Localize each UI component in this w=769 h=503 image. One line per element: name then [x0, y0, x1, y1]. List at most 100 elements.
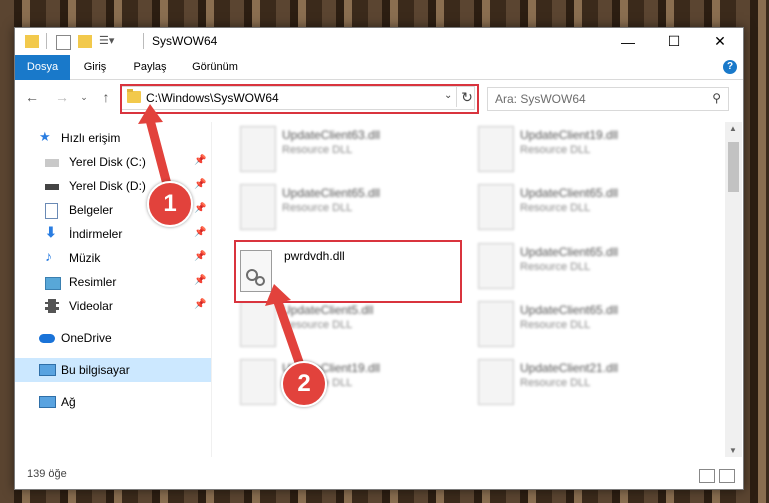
up-arrow-icon[interactable]: ↑ — [97, 88, 115, 106]
sidebar-item-onedrive[interactable]: OneDrive — [15, 326, 211, 350]
sidebar-item-label: Ağ — [61, 395, 76, 409]
navigation-bar: ← → ⌄ ↑ C:\Windows\SysWOW64 ⌄ ↻ Ara: Sys… — [15, 80, 743, 115]
customize-quick-access-icon[interactable]: ☰▾ — [99, 34, 123, 50]
sidebar-item-local-disk-c[interactable]: Yerel Disk (C:) 📌 — [15, 150, 211, 174]
tab-view[interactable]: Görünüm — [183, 55, 247, 79]
navigation-pane: ★ Hızlı erişim Yerel Disk (C:) 📌 Yerel D… — [15, 122, 211, 457]
sidebar-item-label: Videolar — [69, 299, 113, 313]
file-type: Resource DLL — [520, 261, 591, 273]
new-folder-icon[interactable] — [78, 35, 92, 48]
file-type: Resource DLL — [520, 144, 591, 156]
properties-icon[interactable] — [56, 35, 71, 50]
list-item[interactable]: UpdateClient19.dll Resource DLL — [232, 355, 462, 407]
music-icon: ♪ — [45, 248, 52, 264]
highlighted-file-item[interactable]: pwrdvdh.dll — [234, 240, 462, 303]
pin-icon[interactable]: 📌 — [194, 179, 206, 190]
pin-icon[interactable]: 📌 — [194, 299, 206, 310]
pin-icon[interactable]: 📌 — [194, 155, 206, 166]
dll-file-icon — [240, 184, 276, 230]
dll-file-icon — [478, 126, 514, 172]
help-icon[interactable]: ? — [723, 60, 737, 74]
pin-icon[interactable]: 📌 — [194, 251, 206, 262]
dll-file-icon — [240, 126, 276, 172]
minimize-button[interactable]: — — [605, 28, 651, 55]
list-item[interactable]: UpdateClient65.dll Resource DLL — [232, 180, 462, 232]
pin-icon[interactable]: 📌 — [194, 227, 206, 238]
search-icon: ⚲ — [712, 91, 721, 105]
list-item[interactable]: UpdateClient65.dll Resource DLL — [470, 239, 700, 291]
forward-arrow-icon[interactable]: → — [53, 88, 71, 106]
file-name: UpdateClient65.dll — [520, 303, 619, 317]
sidebar-item-quick-access[interactable]: ★ Hızlı erişim — [15, 126, 211, 150]
network-icon — [39, 396, 56, 408]
sidebar-item-label: Hızlı erişim — [61, 131, 121, 145]
folder-icon — [25, 35, 39, 48]
computer-icon — [39, 364, 56, 376]
scroll-down-icon[interactable]: ▼ — [729, 446, 737, 455]
separator — [143, 33, 144, 49]
file-name: pwrdvdh.dll — [284, 249, 345, 263]
sidebar-item-label: Müzik — [69, 251, 101, 265]
documents-icon — [45, 203, 58, 219]
file-name: UpdateClient63.dll — [282, 128, 381, 142]
maximize-button[interactable]: ☐ — [651, 28, 697, 55]
title-bar: ☰▾ SysWOW64 — ☐ ✕ — [15, 28, 743, 55]
drive-icon — [45, 159, 59, 167]
sidebar-item-music[interactable]: ♪ Müzik 📌 — [15, 246, 211, 270]
window-title: SysWOW64 — [152, 34, 218, 48]
status-bar: 139 öğe — [15, 463, 743, 488]
vertical-scrollbar[interactable]: ▲ ▼ — [725, 122, 742, 457]
details-view-icon[interactable] — [699, 469, 715, 483]
search-placeholder: Ara: SysWOW64 — [495, 92, 586, 106]
list-item[interactable]: UpdateClient63.dll Resource DLL — [232, 122, 462, 174]
scroll-up-icon[interactable]: ▲ — [729, 124, 737, 133]
file-name: UpdateClient65.dll — [520, 245, 619, 259]
list-item[interactable]: UpdateClient65.dll Resource DLL — [470, 297, 700, 349]
sidebar-item-this-pc[interactable]: Bu bilgisayar — [15, 358, 211, 382]
sidebar-item-label: İndirmeler — [69, 227, 123, 241]
item-count: 139 öğe — [27, 468, 67, 480]
pin-icon[interactable]: 📌 — [194, 275, 206, 286]
callout-badge-1: 1 — [147, 181, 193, 227]
explorer-window: ☰▾ SysWOW64 — ☐ ✕ Dosya Giriş Paylaş Gör… — [14, 27, 744, 490]
ribbon: Dosya Giriş Paylaş Görünüm ? — [15, 55, 743, 107]
sidebar-item-label: Resimler — [69, 275, 117, 289]
pictures-icon — [45, 277, 61, 290]
file-name: UpdateClient65.dll — [520, 186, 619, 200]
dll-file-icon — [240, 359, 276, 405]
sidebar-item-label: Yerel Disk (D:) — [69, 179, 146, 193]
dll-file-icon — [478, 301, 514, 347]
sidebar-item-pictures[interactable]: Resimler 📌 — [15, 270, 211, 294]
cloud-icon — [39, 334, 55, 343]
search-input[interactable]: Ara: SysWOW64 ⚲ — [487, 87, 729, 111]
file-name: UpdateClient65.dll — [282, 186, 381, 200]
list-item[interactable]: UpdateClient19.dll Resource DLL — [470, 122, 700, 174]
file-type: Resource DLL — [520, 202, 591, 214]
sidebar-item-network[interactable]: Ağ — [15, 390, 211, 414]
highlight-box-address — [120, 84, 479, 114]
dll-file-icon — [478, 359, 514, 405]
sidebar-item-videos[interactable]: Videolar 📌 — [15, 294, 211, 318]
sidebar-item-label: Belgeler — [69, 203, 114, 217]
back-arrow-icon[interactable]: ← — [23, 88, 41, 106]
pin-icon[interactable]: 📌 — [194, 203, 206, 214]
tab-home[interactable]: Giriş — [73, 55, 117, 79]
sidebar-item-label: Bu bilgisayar — [61, 363, 130, 377]
file-name: UpdateClient21.dll — [520, 361, 619, 375]
large-icons-view-icon[interactable] — [719, 469, 735, 483]
list-item[interactable]: UpdateClient21.dll Resource DLL — [470, 355, 700, 407]
file-name: UpdateClient19.dll — [520, 128, 619, 142]
scrollbar-thumb[interactable] — [728, 142, 739, 192]
recent-locations-icon[interactable]: ⌄ — [75, 88, 93, 106]
tab-share[interactable]: Paylaş — [125, 55, 175, 79]
sidebar-item-label: Yerel Disk (C:) — [69, 155, 146, 169]
star-icon: ★ — [39, 129, 51, 144]
file-type: Resource DLL — [282, 319, 353, 331]
list-item[interactable]: UpdateClient5.dll Resource DLL — [232, 297, 462, 349]
list-item[interactable]: UpdateClient65.dll Resource DLL — [470, 180, 700, 232]
dll-file-icon — [478, 184, 514, 230]
dll-file-icon — [478, 243, 514, 289]
gear-icon — [246, 269, 265, 286]
sidebar-item-downloads[interactable]: ⬇ İndirmeler 📌 — [15, 222, 211, 246]
close-button[interactable]: ✕ — [697, 28, 743, 55]
